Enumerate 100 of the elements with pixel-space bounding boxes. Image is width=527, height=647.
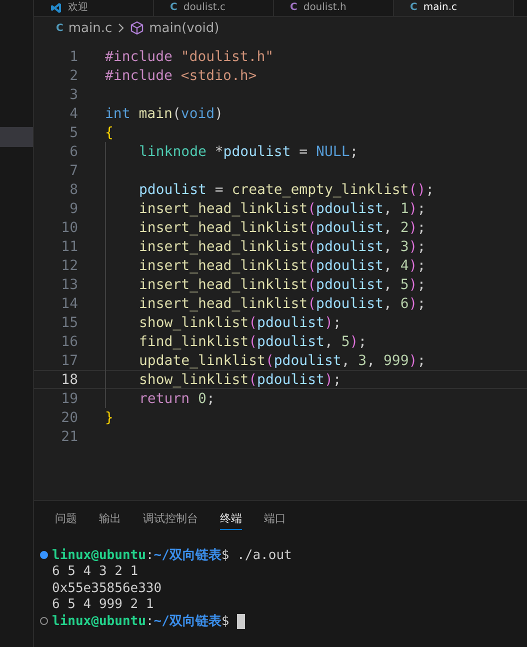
code-token: ) — [324, 372, 333, 388]
code-token: 4 — [400, 258, 409, 274]
code-token: ( — [172, 106, 181, 122]
code-token: , — [383, 220, 393, 236]
code-token: ; — [417, 220, 426, 236]
code-token: 1 — [400, 200, 409, 216]
code-token: = — [298, 144, 309, 160]
code-token: ; — [417, 200, 426, 216]
code-token: show_linklist — [139, 372, 249, 388]
line-number: 9 — [68, 200, 78, 216]
panel-tab[interactable]: 调试控制台 — [143, 511, 198, 530]
line-number: 19 — [60, 390, 78, 406]
code-token: pdoulist — [316, 220, 384, 236]
terminal-output: 6 5 4 999 2 1 — [52, 597, 154, 612]
code-token: 3 — [400, 238, 409, 254]
code-token: ; — [417, 296, 426, 312]
line-number: 7 — [68, 162, 78, 178]
line-number: 18 — [60, 372, 78, 388]
code-token: pdoulist — [316, 258, 384, 274]
code-token: 5 — [341, 334, 350, 350]
code-token: update_linklist — [139, 352, 266, 368]
terminal-path: ~/双向链表 — [154, 613, 222, 630]
file-type-icon: C — [170, 3, 178, 13]
code-token: ) — [214, 106, 224, 122]
line-number: 21 — [60, 428, 78, 444]
panel-tab[interactable]: 端口 — [264, 511, 286, 530]
code-token: void — [180, 106, 215, 122]
code-token: ( — [248, 372, 258, 388]
code-token: 6 — [400, 296, 409, 312]
code-token: ; — [332, 314, 342, 330]
terminal-output: 6 5 4 3 2 1 — [52, 564, 138, 580]
code-token: ) — [408, 296, 418, 312]
code-token: pdoulist — [274, 352, 342, 368]
code-token: pdoulist — [316, 276, 384, 292]
terminal-user: linux@ubuntu — [52, 548, 146, 563]
code-token: "doulist.h" — [180, 48, 274, 64]
file-type-icon: C — [290, 3, 298, 13]
code-token: , — [383, 296, 393, 312]
breadcrumb-symbol[interactable]: main(void) — [149, 20, 220, 36]
code-token: , — [383, 258, 393, 274]
line-number: 17 — [60, 352, 78, 368]
code-token: pdoulist — [139, 182, 206, 198]
code-token: find_linklist — [139, 334, 249, 350]
code-token: <stdio.h> — [180, 68, 257, 84]
breadcrumb-file[interactable]: main.c — [68, 20, 112, 36]
code-token: pdoulist — [257, 372, 324, 388]
terminal-user: linux@ubuntu — [52, 614, 146, 629]
code-token: ) — [408, 276, 418, 292]
code-token: #include — [105, 48, 172, 64]
code-token: insert_head_linklist — [139, 200, 308, 216]
code-token: linknode — [139, 144, 206, 160]
code-token: insert_head_linklist — [139, 220, 308, 236]
code-token: 3 — [358, 352, 367, 368]
code-token: main — [138, 106, 172, 122]
code-token: int — [105, 106, 130, 122]
code-token: () — [408, 182, 426, 198]
cube-icon — [130, 21, 144, 35]
code-token: ; — [332, 372, 342, 388]
line-number: 10 — [60, 220, 78, 236]
code-token: 0 — [197, 390, 206, 406]
panel-tab[interactable]: 终端 — [220, 511, 242, 530]
code-token: insert_head_linklist — [139, 258, 308, 274]
panel-tab[interactable]: 问题 — [55, 511, 77, 530]
code-token: ; — [417, 352, 426, 368]
code-token: , — [366, 352, 376, 368]
code-token: ; — [206, 390, 215, 406]
code-token: 2 — [400, 220, 409, 236]
code-token: ( — [308, 200, 316, 216]
code-token: ; — [350, 144, 358, 160]
terminal-prompt-symbol: $ — [221, 614, 230, 629]
code-token: ) — [408, 238, 418, 254]
editor-tab[interactable]: C main.c — [394, 0, 514, 16]
line-number: 4 — [68, 106, 78, 122]
code-token: = — [214, 182, 224, 198]
line-number: 15 — [60, 314, 78, 330]
code-token: , — [324, 334, 334, 350]
code-token: create_empty_linklist — [232, 182, 409, 198]
terminal-command: ./a.out — [236, 548, 292, 563]
code-token: , — [383, 200, 393, 216]
code-token: ) — [350, 334, 358, 350]
code-token: ; — [358, 334, 367, 350]
code-token: show_linklist — [139, 314, 249, 330]
code-token: ; — [417, 276, 426, 292]
code-token: ) — [408, 352, 418, 368]
code-token: pdoulist — [223, 144, 291, 160]
code-token: pdoulist — [257, 314, 324, 330]
line-number: 1 — [68, 48, 78, 64]
code-token: ( — [308, 296, 316, 312]
code-token: , — [341, 352, 351, 368]
terminal-prompt-symbol: $ — [221, 548, 230, 563]
code-token: ( — [248, 314, 258, 330]
code-token: ( — [308, 238, 316, 254]
code-token: ) — [408, 200, 418, 216]
code-token: ( — [248, 334, 258, 350]
code-token: ( — [308, 220, 316, 236]
code-token: ) — [324, 314, 333, 330]
sidebar-selected-item[interactable] — [0, 127, 33, 147]
panel-tab[interactable]: 输出 — [99, 511, 121, 530]
code-token: pdoulist — [316, 238, 384, 254]
terminal-separator: : — [146, 614, 154, 629]
